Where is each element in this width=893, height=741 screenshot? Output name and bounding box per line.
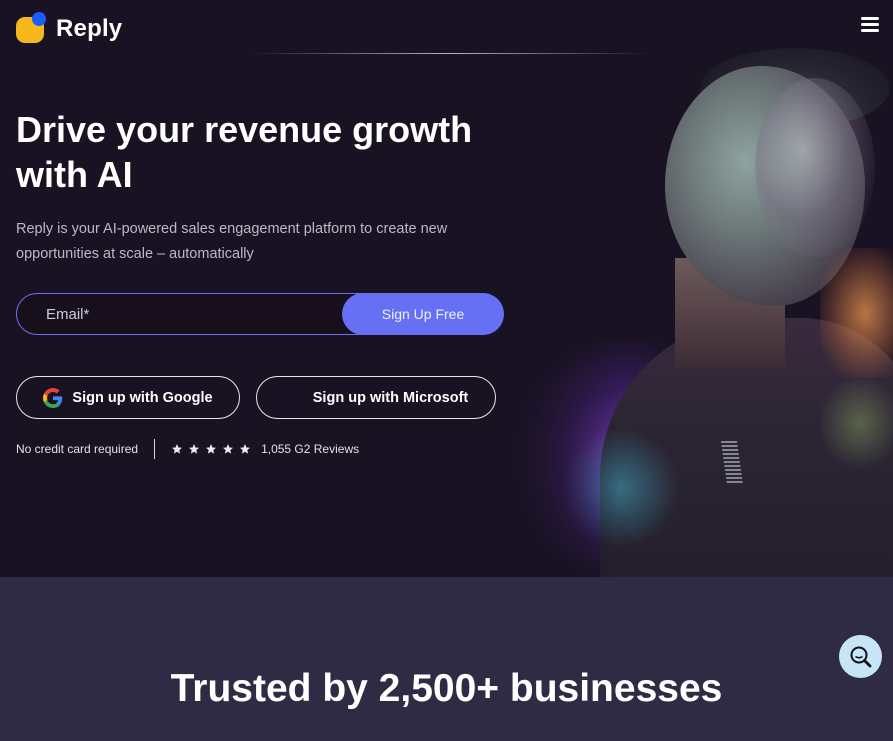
hero-headline: Drive your revenue growth with AI xyxy=(16,109,473,195)
sign-up-microsoft-button[interactable]: Sign up with Microsoft xyxy=(256,376,496,419)
vertical-divider xyxy=(154,439,156,459)
hero-section: Reply Drive your revenue growth with AI … xyxy=(0,0,893,577)
microsoft-icon xyxy=(284,388,304,408)
star-icon xyxy=(189,444,200,454)
star-icon xyxy=(172,444,183,454)
hamburger-menu-icon[interactable] xyxy=(859,16,881,36)
email-signup-form: Sign Up Free xyxy=(16,293,504,335)
rating-stars xyxy=(171,443,251,455)
star-icon xyxy=(223,444,234,454)
google-icon xyxy=(43,387,63,408)
top-navigation: Reply xyxy=(0,0,893,54)
sign-up-google-button[interactable]: Sign up with Google xyxy=(16,376,240,419)
trust-indicators: No credit card required 1,055 G2 Reviews xyxy=(16,437,359,461)
sign-up-free-button[interactable]: Sign Up Free xyxy=(342,293,504,335)
search-icon xyxy=(850,646,871,667)
star-icon xyxy=(240,444,251,454)
sign-up-google-label: Sign up with Google xyxy=(72,389,213,406)
nav-divider xyxy=(250,53,650,54)
brand-logo[interactable]: Reply xyxy=(16,10,122,44)
no-credit-card-text: No credit card required xyxy=(16,442,139,456)
trusted-by-heading: Trusted by 2,500+ businesses xyxy=(170,667,723,710)
reply-logo-icon xyxy=(16,11,46,43)
brand-name: Reply xyxy=(56,15,123,42)
email-input[interactable] xyxy=(17,294,347,334)
g2-reviews-link[interactable]: 1,055 G2 Reviews xyxy=(261,442,359,456)
hero-artwork-image xyxy=(500,48,893,577)
hero-subtext: Reply is your AI-powered sales engagemen… xyxy=(16,221,448,262)
trusted-by-section: Trusted by 2,500+ businesses xyxy=(0,577,893,741)
star-icon xyxy=(206,444,217,454)
sign-up-microsoft-label: Sign up with Microsoft xyxy=(312,389,469,406)
search-fab-button[interactable] xyxy=(839,635,882,678)
